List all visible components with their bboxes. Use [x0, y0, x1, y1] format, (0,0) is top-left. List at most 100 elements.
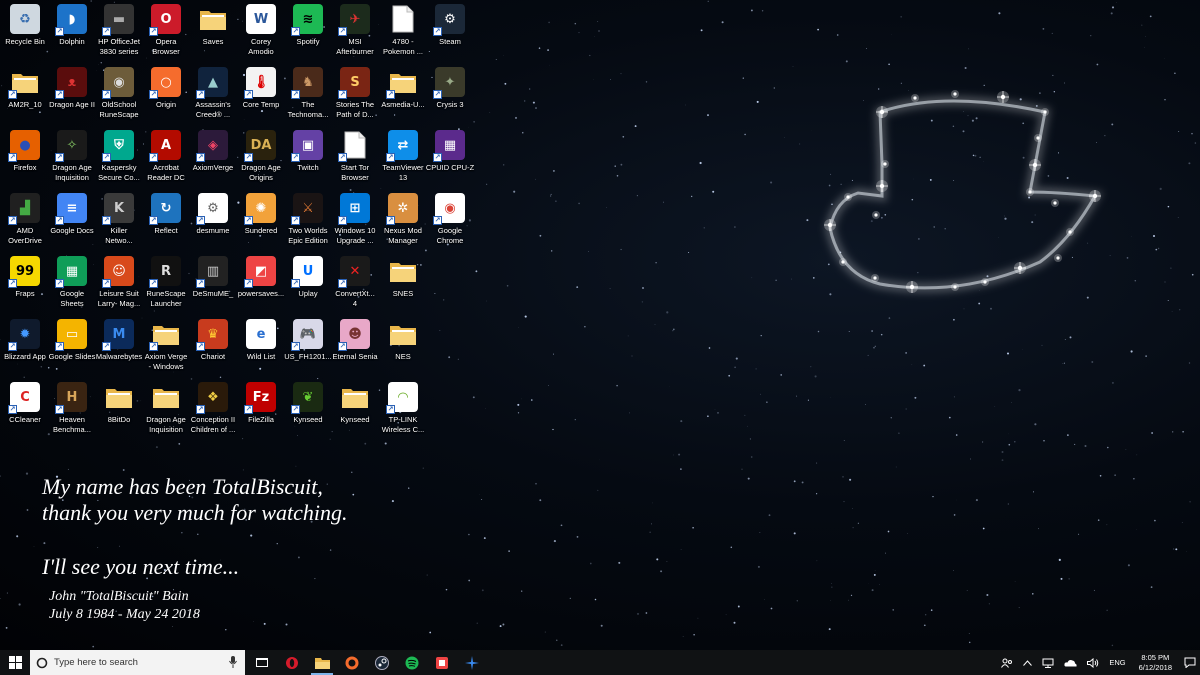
network-icon[interactable]	[1042, 658, 1054, 668]
desktop-icon[interactable]: ▬ ↗ HP OfficeJet 3830 series	[94, 4, 144, 64]
start-button[interactable]	[0, 650, 30, 675]
taskbar-spotify-button[interactable]	[397, 650, 427, 675]
desktop-icon[interactable]: 🎮 ↗ US_FH1201...	[283, 319, 333, 379]
desktop-icon[interactable]: ♛ ↗ Chariot	[188, 319, 238, 379]
desktop-icon[interactable]: ↗ AM2R_10	[0, 67, 50, 127]
desmume-icon: ▥ ↗	[196, 256, 228, 288]
desktop-icon[interactable]: ↗ Start Tor Browser	[330, 130, 380, 190]
tribute-line-1: My name has been TotalBiscuit,	[42, 474, 323, 499]
desktop-icon[interactable]: ● ↗ Firefox	[0, 130, 50, 190]
desktop-icon[interactable]: 8BitDo	[94, 382, 144, 442]
desktop-icon[interactable]: ▭ ↗ Google Slides	[47, 319, 97, 379]
desktop-icon[interactable]: ✦ ↗ Crysis 3	[425, 67, 475, 127]
desktop-icon[interactable]: Fz ↗ FileZilla	[236, 382, 286, 442]
desktop-icon[interactable]: ▲ ↗ Assassin's Creed® ...	[188, 67, 238, 127]
people-icon[interactable]	[1001, 658, 1013, 668]
desktop-icon[interactable]: ↗ Axiom Verge - Windows	[141, 319, 191, 379]
desktop-icon[interactable]: Dragon Age Inquisition	[141, 382, 191, 442]
desktop-icon[interactable]: e Wild List	[236, 319, 286, 379]
desktop-icon[interactable]: ✧ ↗ Dragon Age Inquisition	[47, 130, 97, 190]
desktop-icon[interactable]: ◈ ↗ AxiomVerge	[188, 130, 238, 190]
desktop-icon[interactable]: ᴥ ↗ Dragon Age II	[47, 67, 97, 127]
desktop-icon[interactable]: ↻ ↗ Reflect	[141, 193, 191, 253]
desktop-icon[interactable]: ≡ ↗ Google Docs	[47, 193, 97, 253]
taskbar-file-explorer-button[interactable]	[307, 650, 337, 675]
desktop-icon[interactable]: K ↗ Killer Netwo...	[94, 193, 144, 253]
blizzard-icon: ✹ ↗	[8, 319, 40, 351]
desktop-icon[interactable]: S ↗ Stories The Path of D...	[330, 67, 380, 127]
reflect-icon: ↻ ↗	[149, 193, 181, 225]
folder-icon	[388, 319, 418, 349]
taskbar-search-box[interactable]: Type here to search	[30, 650, 245, 675]
desktop-icon[interactable]: ▟ ↗ AMD OverDrive	[0, 193, 50, 253]
taskbar-steam-button[interactable]	[367, 650, 397, 675]
chariot-icon: ♛ ↗	[196, 319, 228, 351]
desktop-icon[interactable]: 4780 - Pokemon ...	[378, 4, 428, 64]
desktop-icon[interactable]: U ↗ Uplay	[283, 256, 333, 316]
action-center-button[interactable]	[1180, 657, 1200, 668]
kynseed-icon: ❦ ↗	[291, 382, 323, 414]
desktop-icon[interactable]: ✈ ↗ MSI Afterburner	[330, 4, 380, 64]
desktop-icon[interactable]: DA ↗ Dragon Age Origins	[236, 130, 286, 190]
stories-icon: S ↗	[338, 67, 370, 99]
desktop-icon[interactable]: ⚙ ↗ Steam	[425, 4, 475, 64]
dragon-age-2-icon: ᴥ ↗	[55, 67, 87, 99]
desktop-icon[interactable]: ○ ↗ Origin	[141, 67, 191, 127]
desktop-icon[interactable]: ✹ ↗ Blizzard App	[0, 319, 50, 379]
chevron-up-icon[interactable]	[1023, 659, 1033, 666]
clock-time: 8:05 PM	[1141, 652, 1170, 662]
desktop-icon[interactable]: W Corey Amodio	[236, 4, 286, 64]
settings-file-icon: ⚙ ↗	[196, 193, 228, 225]
desktop-icon-label: Crysis 3	[436, 100, 464, 109]
desktop-icon[interactable]: C ↗ CCleaner	[0, 382, 50, 442]
desktop-icon[interactable]: ▦ ↗ CPUID CPU-Z	[425, 130, 475, 190]
desktop-icon[interactable]: Saves	[188, 4, 238, 64]
desktop-icon[interactable]: ⛨ ↗ Kaspersky Secure Co...	[94, 130, 144, 190]
desktop-icon[interactable]: SNES	[378, 256, 428, 316]
desktop-icon[interactable]: ❖ ↗ Conception II Children of ...	[188, 382, 238, 442]
microphone-icon[interactable]	[229, 656, 237, 668]
desktop-icon[interactable]: R ↗ RuneScape Launcher	[141, 256, 191, 316]
onedrive-icon[interactable]	[1064, 659, 1077, 667]
convertxtodvd-icon: ✕ ↗	[338, 256, 370, 288]
folder-icon: ↗	[149, 319, 181, 351]
desktop-icon[interactable]: ↗ Asmedia-U...	[378, 67, 428, 127]
desktop-icon[interactable]: M ↗ Malwarebytes	[94, 319, 144, 379]
desktop-icon[interactable]: ♻ Recycle Bin	[0, 4, 50, 64]
desktop-icon[interactable]: O ↗ Opera Browser	[141, 4, 191, 64]
desktop-icon[interactable]: ♞ ↗ The Technoma...	[283, 67, 333, 127]
desktop-icon[interactable]: ✕ ↗ ConvertXt... 4	[330, 256, 380, 316]
desktop-icon[interactable]: ◉ ↗ OldSchool RuneScape	[94, 67, 144, 127]
desktop-icon[interactable]: A ↗ Acrobat Reader DC	[141, 130, 191, 190]
desktop-icon[interactable]: ◩ ↗ powersaves...	[236, 256, 286, 316]
desktop-icon[interactable]: ▦ ↗ Google Sheets	[47, 256, 97, 316]
desktop-icon[interactable]: ◗ ↗ Dolphin	[47, 4, 97, 64]
desktop-icon[interactable]: ☺ ↗ Leisure Suit Larry- Mag...	[94, 256, 144, 316]
desktop-icon[interactable]: ◉ ↗ Google Chrome	[425, 193, 475, 253]
desktop-icon[interactable]: ≋ ↗ Spotify	[283, 4, 333, 64]
desktop-icon[interactable]: ▣ ↗ Twitch	[283, 130, 333, 190]
taskbar-origin-button[interactable]	[337, 650, 367, 675]
taskbar-task-view-button[interactable]	[247, 650, 277, 675]
taskbar-powersaves-button[interactable]	[427, 650, 457, 675]
desktop-icon[interactable]: ⚙ ↗ desmume	[188, 193, 238, 253]
desktop-icon[interactable]: H ↗ Heaven Benchma...	[47, 382, 97, 442]
desktop-icon[interactable]: 🌡 ↗ Core Temp	[236, 67, 286, 127]
desktop-icon[interactable]: ☻ ↗ Eternal Senia	[330, 319, 380, 379]
desktop-icon[interactable]: 99 ↗ Fraps	[0, 256, 50, 316]
desktop-icon[interactable]: ⚔ ↗ Two Worlds Epic Edition	[283, 193, 333, 253]
desktop-icon[interactable]: ▥ ↗ DeSmuME_	[188, 256, 238, 316]
taskbar-opera-button[interactable]	[277, 650, 307, 675]
volume-icon[interactable]	[1087, 657, 1099, 668]
desktop-icon[interactable]: NES	[378, 319, 428, 379]
taskbar-blizzard-button[interactable]	[457, 650, 487, 675]
language-indicator[interactable]: ENG	[1109, 658, 1125, 667]
desktop-icon[interactable]: ⇄ ↗ TeamViewer 13	[378, 130, 428, 190]
clock[interactable]: 8:05 PM 6/12/2018	[1139, 653, 1172, 673]
desktop-icon[interactable]: ✺ ↗ Sundered	[236, 193, 286, 253]
desktop-icon[interactable]: ✲ ↗ Nexus Mod Manager	[378, 193, 428, 253]
desktop-icon[interactable]: ❦ ↗ Kynseed	[283, 382, 333, 442]
desktop-icon[interactable]: Kynseed	[330, 382, 380, 442]
desktop-icon[interactable]: ◠ ↗ TP-LINK Wireless C...	[378, 382, 428, 442]
desktop-icon[interactable]: ⊞ ↗ Windows 10 Upgrade ...	[330, 193, 380, 253]
